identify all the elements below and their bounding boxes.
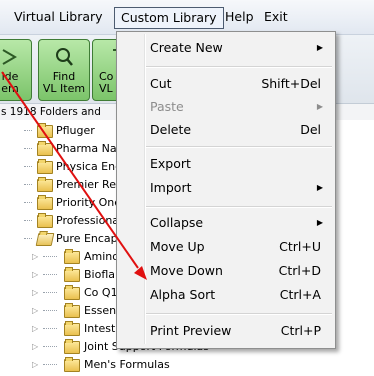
menu-item-delete[interactable]: Delete Del: [117, 119, 335, 141]
folder-icon: [37, 195, 53, 210]
folder-icon: [64, 321, 80, 336]
menu-item-label: Export: [150, 156, 191, 171]
menu-item-shortcut: Shift+Del: [261, 76, 321, 91]
search-icon: [39, 46, 89, 68]
menu-item-label: Delete: [150, 122, 192, 137]
open-folder-icon: [35, 233, 55, 246]
menu-item-move-up[interactable]: Move Up Ctrl+U: [117, 236, 335, 258]
menu-item-print-preview[interactable]: Print Preview Ctrl+P: [117, 320, 335, 342]
menu-item-import[interactable]: Import ▶: [117, 177, 335, 199]
menu-item-shortcut: Ctrl+P: [280, 323, 321, 338]
menu-item-label: Move Down: [150, 263, 223, 278]
folder-icon: [37, 159, 53, 174]
folder-icon: [64, 303, 80, 318]
menu-item-shortcut: Ctrl+A: [279, 287, 321, 302]
tree-item-label: Priority One: [56, 196, 122, 209]
menu-item-shortcut: Del: [300, 122, 321, 137]
folder-icon: [64, 249, 80, 264]
hide-item-icon: [0, 46, 31, 68]
menu-help[interactable]: Help: [219, 8, 260, 26]
custom-library-menu: Create New ▶ Cut Shift+Del Paste ▶ Delet…: [116, 31, 336, 349]
folder-icon: [64, 267, 80, 282]
submenu-arrow-icon: ▶: [316, 218, 323, 227]
menu-item-cut[interactable]: Cut Shift+Del: [117, 73, 335, 95]
tree-item-label: Pfluger: [56, 124, 95, 137]
tree-item-label: Biofla: [84, 268, 116, 281]
submenu-arrow-icon: ▶: [316, 43, 323, 52]
tree-item-label: Co Q1: [84, 286, 118, 299]
expand-icon[interactable]: ▷: [32, 302, 41, 320]
folder-icon: [64, 285, 80, 300]
tree-item-label: Physica Ene: [56, 160, 122, 173]
expand-icon[interactable]: ▷: [32, 320, 41, 338]
menu-item-label: Cut: [150, 76, 172, 91]
menu-item-label: Create New: [150, 40, 223, 55]
menu-item-label: Import: [150, 180, 192, 195]
expand-icon[interactable]: ▷: [32, 356, 41, 374]
tree-item-label: Professiona: [56, 214, 120, 227]
menu-item-move-down[interactable]: Move Down Ctrl+D: [117, 260, 335, 282]
menu-item-label: Move Up: [150, 239, 205, 254]
tree-item-label: Intest: [84, 322, 116, 335]
tree-item[interactable]: ▷ Men's Formulas: [0, 356, 374, 374]
hide-item-label: ide em: [1, 70, 19, 95]
expand-icon[interactable]: ▷: [32, 338, 41, 356]
menu-separator: [146, 206, 332, 208]
menu-item-label: Collapse: [150, 215, 204, 230]
menu-item-paste[interactable]: Paste ▶: [117, 96, 335, 118]
menu-separator: [146, 146, 332, 148]
tree-item-label: Pure Encaps: [56, 232, 124, 245]
folder-icon: [37, 213, 53, 228]
expand-icon[interactable]: ▷: [32, 248, 41, 266]
tree-item-label: Men's Formulas: [84, 358, 170, 371]
folder-icon: [37, 177, 53, 192]
folder-icon: [37, 123, 53, 138]
find-vl-item-button[interactable]: Find VL Item: [38, 39, 90, 101]
hide-item-button[interactable]: ide em: [0, 39, 32, 101]
menu-separator: [146, 313, 332, 315]
submenu-arrow-icon: ▶: [316, 183, 323, 192]
menu-virtual-library[interactable]: Virtual Library: [8, 8, 109, 26]
menu-item-alpha-sort[interactable]: Alpha Sort Ctrl+A: [117, 284, 335, 306]
menu-item-collapse[interactable]: Collapse ▶: [117, 212, 335, 234]
menu-item-export[interactable]: Export: [117, 153, 335, 175]
tree-item-label: Premier Res: [56, 178, 122, 191]
menu-item-create-new[interactable]: Create New ▶: [117, 37, 335, 59]
menu-separator: [146, 66, 332, 68]
menu-item-shortcut: Ctrl+U: [279, 239, 321, 254]
find-vl-item-label: Find VL Item: [42, 70, 86, 95]
folder-icon: [64, 357, 80, 372]
tree-item-label: Essen: [84, 304, 117, 317]
submenu-arrow-icon: ▶: [316, 102, 323, 111]
folder-icon: [37, 141, 53, 156]
menu-item-label: Paste: [150, 99, 184, 114]
menu-item-shortcut: Ctrl+D: [278, 263, 321, 278]
folder-icon: [64, 339, 80, 354]
expand-icon[interactable]: ▷: [32, 266, 41, 284]
menu-bar: Virtual Library Custom Library Help Exit: [0, 0, 374, 35]
tree-item-label: Amino: [84, 250, 119, 263]
menu-item-label: Print Preview: [150, 323, 232, 338]
menu-item-label: Alpha Sort: [150, 287, 216, 302]
menu-custom-library[interactable]: Custom Library: [114, 7, 224, 29]
expand-icon[interactable]: ▷: [32, 284, 41, 302]
menu-exit[interactable]: Exit: [258, 8, 294, 26]
